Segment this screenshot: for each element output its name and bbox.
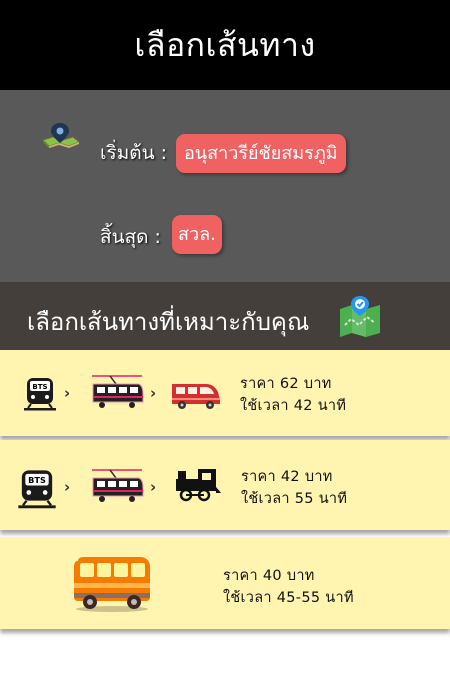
route-price: ราคา 62 บาท [240, 376, 332, 392]
orange-bus-icon [74, 557, 150, 612]
tram-icon [92, 375, 144, 408]
bts-train-icon: BTS [18, 470, 56, 509]
end-location-chip[interactable]: สวล. [172, 215, 222, 254]
chevron-right-icon: › [64, 478, 71, 496]
page-title: เลือกเส้นทาง [134, 25, 316, 64]
red-van-icon [172, 384, 220, 409]
svg-text:BTS: BTS [28, 475, 46, 485]
map-pin-icon [42, 123, 80, 148]
route-option-card-1[interactable]: BTS › › ราคา 62 บาท ใช้เวลา 42 นาที [0, 350, 450, 436]
route-price: ราคา 40 บาท [223, 568, 315, 584]
route-duration: ใช้เวลา 45-55 นาที [223, 590, 354, 606]
start-location-chip[interactable]: อนุสาวรีย์ชัยสมรภูมิ [176, 134, 346, 173]
route-panel: เริ่มต้น : อนุสาวรีย์ชัยสมรภูมิ สิ้นสุด … [0, 90, 450, 282]
start-label: เริ่มต้น : [100, 142, 167, 164]
section-title: เลือกเส้นทางที่เหมาะกับคุณ [27, 308, 310, 336]
route-option-card-3[interactable]: ราคา 40 บาท ใช้เวลา 45-55 นาที [0, 537, 450, 629]
map-check-icon [340, 296, 380, 337]
bts-train-icon: BTS [24, 378, 56, 411]
route-price: ราคา 42 บาท [241, 469, 333, 485]
route-duration: ใช้เวลา 42 นาที [240, 398, 347, 414]
chevron-right-icon: › [64, 384, 71, 402]
route-duration: ใช้เวลา 55 นาที [241, 491, 348, 507]
app-header: เลือกเส้นทาง [0, 0, 450, 90]
end-label: สิ้นสุด : [100, 226, 161, 248]
tram-icon [92, 469, 144, 502]
steam-train-icon [176, 469, 221, 502]
route-option-card-2[interactable]: BTS › › ราคา 42 บาท ใช้เวลา 55 นาที [0, 440, 450, 530]
svg-text:BTS: BTS [32, 383, 47, 391]
chevron-right-icon: › [150, 384, 157, 402]
chevron-right-icon: › [150, 478, 157, 496]
